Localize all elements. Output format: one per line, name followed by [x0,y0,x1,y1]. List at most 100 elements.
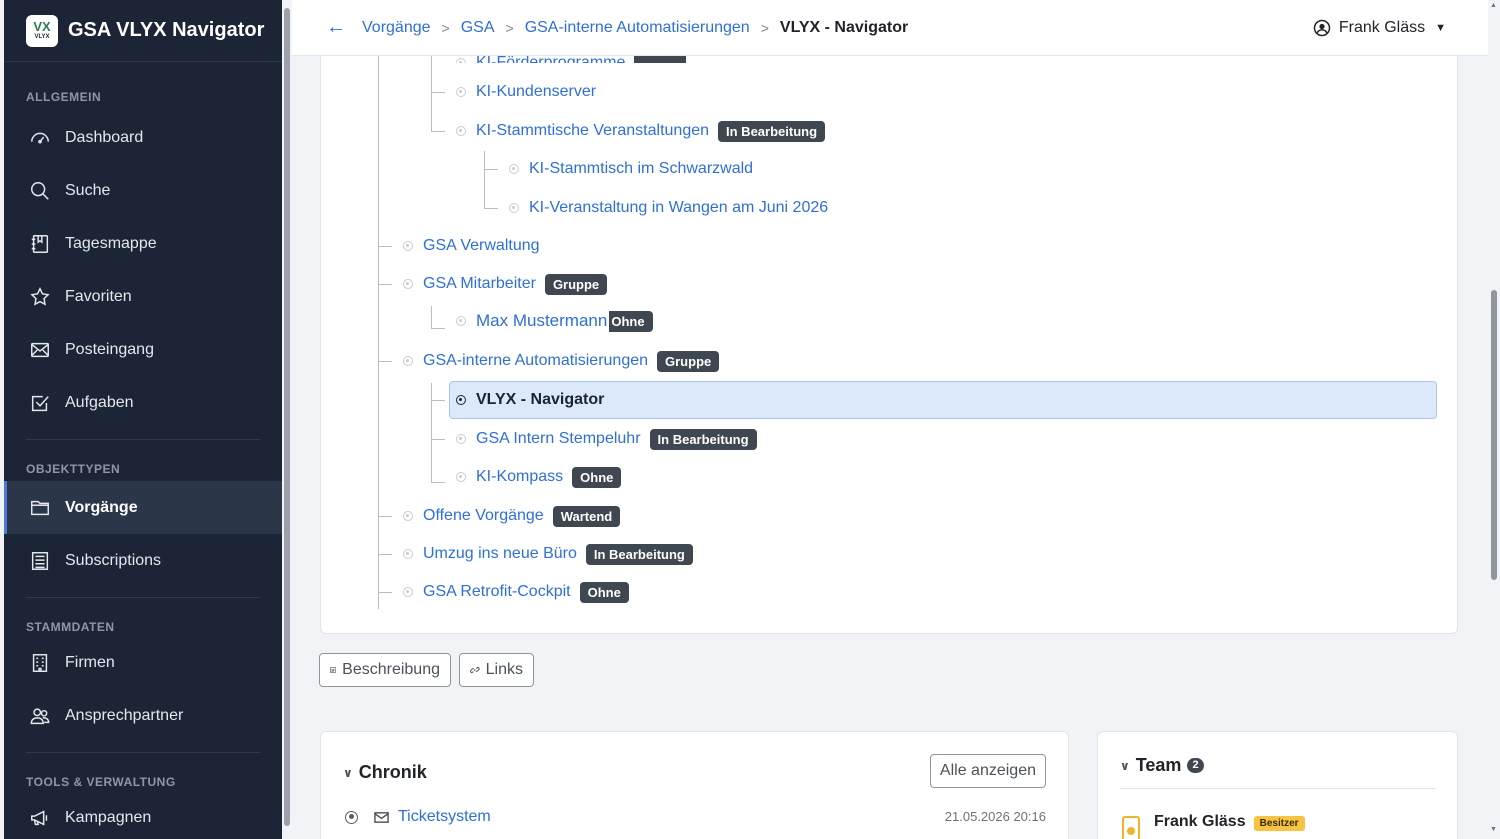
tree-node-label: KI-Stammtisch im Schwarzwald [529,160,754,177]
tree-connector [431,400,445,401]
status-badge: Ohne [579,581,629,603]
tree-node-label: KI-Stammtische Veranstaltungen [476,122,710,139]
tree-node[interactable]: GSA Retrofit-Cockpit Ohne [403,577,629,607]
tree-node-label: Offene Vorgänge [423,507,544,524]
sidebar-item-label: Kampagnen [65,808,152,826]
sidebar-item-ansprechpartner[interactable]: Ansprechpartner [4,689,282,742]
timeline-dot-icon [345,810,358,824]
node-dot-icon [509,203,519,213]
tree-guide [431,383,432,482]
tree-node[interactable]: Umzug ins neue Büro In Bearbeitung [403,539,693,569]
sidebar-item-label: Aufgaben [65,393,134,411]
text-box-icon [330,667,337,673]
status-badge: Gruppe [657,350,720,372]
breadcrumb-current: VLYX - Navigator [779,18,909,36]
sidebar: VX VLYX GSA VLYX Navigator ALLGEMEIN Das… [4,0,282,839]
team-header[interactable]: ∨ Team 2 [1120,755,1436,789]
tree-node[interactable]: GSA Mitarbeiter Gruppe [403,269,608,299]
sidebar-item-vorgaenge[interactable]: Vorgänge [4,481,282,534]
node-dot-icon [456,472,466,482]
user-name: Frank Gläss [1338,19,1426,36]
tree-node[interactable]: KI-Stammtisch im Schwarzwald [509,154,753,184]
sidebar-divider [26,439,260,440]
chronik-entry-title[interactable]: Ticketsystem [398,808,491,826]
sidebar-item-suche[interactable]: Suche [4,164,282,217]
node-dot-icon [403,511,413,521]
tree-node[interactable]: GSA Intern Stempeluhr In Bearbeitung [456,424,757,454]
tree-node-label: GSA-interne Automatisierungen [423,352,649,369]
chronik-entry[interactable]: Ticketsystem [345,808,491,826]
scroll-down-icon[interactable]: ▼ [1490,826,1497,833]
sidebar-item-firmen[interactable]: Firmen [4,636,282,689]
tree-connector [431,131,445,132]
section-label-tools: TOOLS & VERWALTUNG [26,775,176,789]
tree-node[interactable]: GSA Verwaltung [403,231,540,261]
back-arrow-icon[interactable]: ← [326,16,348,39]
logo-sub: VLYX [34,33,50,40]
brand[interactable]: VX VLYX GSA VLYX Navigator [4,0,282,62]
tree-node[interactable]: Max Mustermann Ohne [456,306,653,336]
section-label-stammdaten: STAMMDATEN [26,620,115,634]
sidebar-item-dashboard[interactable]: Dashboard [4,111,282,164]
section-label-objekttypen: OBJEKTTYPEN [26,462,121,476]
dashboard-icon [28,126,52,150]
logo-mark: VX [33,18,51,34]
tree-connector [378,516,392,517]
link-icon [470,667,480,673]
node-dot-icon [403,587,413,597]
tree-node[interactable]: KI-Kundenserver [456,77,596,107]
show-all-button[interactable]: Alle anzeigen [929,754,1046,788]
sidebar-scrollbar-thumb[interactable] [284,8,290,826]
search-icon [28,179,52,203]
tree-node[interactable]: KI-Stammtische Veranstaltungen In Bearbe… [456,116,826,146]
sidebar-scrollbar[interactable] [282,0,292,839]
tree-node-label: KI-Kundenserver [476,83,597,100]
main-scrollbar[interactable]: ▲ ▼ [1488,0,1500,839]
team-member-name: Frank Gläss [1154,813,1246,830]
sidebar-item-posteingang[interactable]: Posteingang [4,323,282,376]
breadcrumb-link[interactable]: GSA-interne Automatisierungen [525,19,750,37]
breadcrumb-link[interactable]: GSA [461,19,495,37]
member-avatar-icon [1122,816,1140,839]
building-icon [28,651,52,675]
node-dot-icon [403,356,413,366]
tree-guide [378,41,379,609]
tree-node[interactable]: KI-Veranstaltung in Wangen am Juni 2026 [509,193,828,223]
tree-node-label: GSA Retrofit-Cockpit [423,583,571,600]
tree-node[interactable]: KI-Kompass Ohne [456,462,622,492]
tree-guide [484,151,485,208]
sidebar-item-aufgaben[interactable]: Aufgaben [4,376,282,429]
sidebar-item-label: Ansprechpartner [65,706,184,724]
node-dot-icon [456,316,466,326]
user-circle-icon [1313,19,1331,37]
scroll-up-icon[interactable]: ▲ [1490,2,1497,9]
tree-node[interactable]: GSA-interne Automatisierungen Gruppe [403,346,720,376]
tree-node-label: KI-Veranstaltung in Wangen am Juni 2026 [529,199,829,216]
sidebar-item-subscriptions[interactable]: Subscriptions [4,534,282,587]
tree-connector [378,554,392,555]
node-dot-icon [456,395,466,405]
description-button-label: Beschreibung [342,661,440,678]
user-menu[interactable]: Frank Gläss ▼ [1313,0,1446,56]
links-button[interactable]: Links [459,653,534,687]
sidebar-item-kampagnen[interactable]: Kampagnen [4,791,282,839]
status-badge: In Bearbeitung [649,428,757,450]
chronik-header[interactable]: ∨ Chronik [343,762,427,783]
sidebar-item-label: Subscriptions [65,551,162,569]
main-scrollbar-thumb[interactable] [1491,290,1497,580]
chevron-down-icon: ∨ [1120,758,1130,773]
tree-connector [378,592,392,593]
breadcrumb-link[interactable]: Vorgänge [362,19,431,37]
sidebar-item-tagesmappe[interactable]: Tagesmappe [4,217,282,270]
sidebar-item-label: Posteingang [65,340,154,358]
tree-node-selected[interactable]: VLYX - Navigator [456,385,604,415]
sidebar-item-favoriten[interactable]: Favoriten [4,270,282,323]
tree-node[interactable]: Offene Vorgänge Wartend [403,501,621,531]
envelope-icon [374,811,389,823]
node-dot-icon [403,279,413,289]
team-member[interactable]: Frank Gläss Besitzer [1122,806,1305,839]
sidebar-item-label: Dashboard [65,128,144,146]
description-button[interactable]: Beschreibung [319,653,451,687]
chevron-down-icon: ∨ [343,765,353,780]
megaphone-icon [28,806,52,830]
